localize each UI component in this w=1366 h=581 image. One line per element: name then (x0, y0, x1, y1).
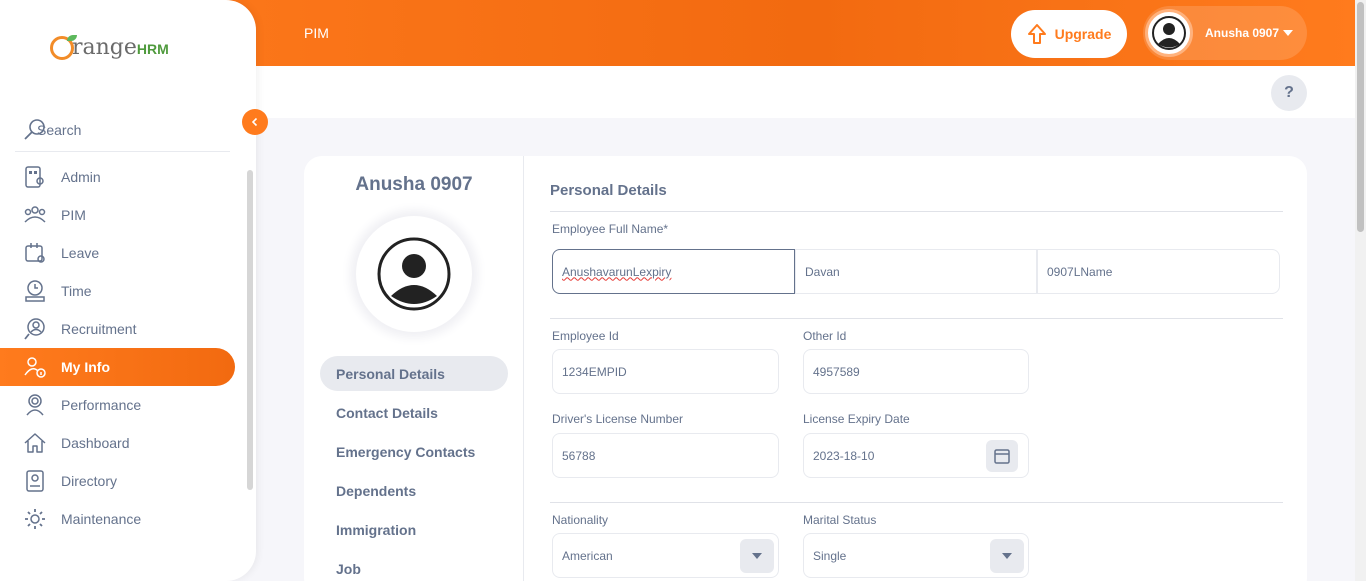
dashboard-icon (22, 430, 48, 456)
sidebar-item-label: Maintenance (61, 511, 142, 527)
sidebar-item-label: Dashboard (61, 435, 130, 451)
my-info-icon (22, 354, 48, 380)
performance-icon (22, 392, 48, 418)
page-scrollbar[interactable] (1355, 0, 1366, 581)
sidebar-item-label: Directory (61, 473, 118, 489)
marital-status-select[interactable]: Single (803, 533, 1029, 578)
other-id-label: Other Id (803, 329, 847, 343)
sidebar-item-performance[interactable]: Performance (0, 386, 242, 424)
upgrade-button[interactable]: Upgrade (1011, 10, 1127, 58)
license-expiry-input[interactable]: 2023-18-10 (803, 433, 1029, 478)
user-avatar-icon (1152, 16, 1186, 50)
user-name: Anusha 0907 (1205, 26, 1280, 40)
marital-status-label: Marital Status (803, 513, 877, 527)
search-label: Search (37, 121, 82, 138)
time-icon (22, 278, 48, 304)
divider (550, 211, 1283, 212)
sidebar-item-directory[interactable]: Directory (0, 462, 242, 500)
directory-icon (22, 468, 48, 494)
sidebar-scrollbar[interactable] (247, 170, 253, 490)
pim-icon (22, 202, 48, 228)
employee-id-label: Employee Id (552, 329, 619, 343)
sidebar-item-label: Recruitment (61, 321, 137, 337)
sidebar-item-time[interactable]: Time (0, 272, 242, 310)
sidebar-item-recruitment[interactable]: Recruitment (0, 310, 242, 348)
sidebar-nav: Admin PIM Leave Time Recruitment My Info… (0, 158, 242, 538)
calendar-icon[interactable] (986, 440, 1018, 472)
chevron-down-icon[interactable] (740, 539, 774, 573)
tab-emergency-contacts[interactable]: Emergency Contacts (320, 434, 508, 469)
expiry-label: License Expiry Date (803, 412, 910, 426)
middle-name-input[interactable]: Davan (795, 249, 1037, 294)
upgrade-icon (1027, 24, 1046, 44)
sidebar-item-label: PIM (61, 207, 86, 223)
other-id-input[interactable]: 4957589 (803, 349, 1029, 394)
nationality-value: American (562, 548, 613, 563)
tab-contact-details[interactable]: Contact Details (320, 395, 508, 430)
sidebar-item-label: Admin (61, 169, 101, 185)
employee-card: Anusha 0907 Personal Details Contact Det… (304, 156, 1307, 581)
chevron-down-icon (1283, 30, 1294, 36)
chevron-down-icon[interactable] (990, 539, 1024, 573)
full-name-label: Employee Full Name* (552, 222, 669, 236)
sidebar-item-maintenance[interactable]: Maintenance (0, 500, 242, 538)
sidebar-item-my-info[interactable]: My Info (0, 348, 235, 386)
chevron-left-icon (251, 117, 258, 127)
orangehrm-logo: range HRM (50, 30, 169, 60)
license-label: Driver's License Number (552, 412, 683, 426)
sidebar-item-label: Leave (61, 245, 100, 261)
license-expiry-value: 2023-18-10 (813, 448, 875, 463)
last-name-input[interactable]: 0907LName (1037, 249, 1280, 294)
tab-immigration[interactable]: Immigration (320, 512, 508, 547)
maintenance-icon (22, 506, 48, 532)
tab-job[interactable]: Job (320, 551, 508, 581)
admin-icon (22, 164, 48, 190)
sidebar: range HRM Search Admin PIM Leave Time Rec… (0, 0, 256, 581)
first-name-input[interactable]: AnushavarunLexpiry (552, 249, 795, 294)
sidebar-item-label: Performance (61, 397, 142, 413)
sidebar-collapse-button[interactable] (242, 109, 268, 135)
sidebar-item-label: My Info (61, 359, 110, 375)
leave-icon (22, 240, 48, 266)
profile-picture[interactable] (356, 216, 472, 332)
profile-tabs: Personal Details Contact Details Emergen… (320, 356, 508, 581)
help-button[interactable]: ? (1271, 75, 1307, 111)
sidebar-item-pim[interactable]: PIM (0, 196, 242, 234)
tab-dependents[interactable]: Dependents (320, 473, 508, 508)
sidebar-item-dashboard[interactable]: Dashboard (0, 424, 242, 462)
marital-status-value: Single (813, 548, 847, 563)
profile-panel: Anusha 0907 Personal Details Contact Det… (304, 156, 524, 581)
module-title: PIM (304, 25, 329, 41)
sidebar-item-admin[interactable]: Admin (0, 158, 242, 196)
sidebar-search[interactable]: Search (15, 108, 230, 152)
employee-id-input[interactable]: 1234EMPID (552, 349, 779, 394)
nationality-select[interactable]: American (552, 533, 779, 578)
recruitment-icon (22, 316, 48, 342)
upgrade-label: Upgrade (1054, 26, 1112, 42)
avatar (1145, 9, 1193, 57)
employee-name: Anusha 0907 (355, 174, 473, 195)
tab-personal-details[interactable]: Personal Details (320, 356, 508, 391)
user-avatar-icon (377, 237, 451, 311)
sidebar-item-label: Time (61, 283, 92, 299)
section-title: Personal Details (550, 182, 667, 199)
nationality-label: Nationality (552, 513, 609, 527)
user-dropdown[interactable]: Anusha 0907 (1143, 6, 1307, 60)
divider (550, 502, 1283, 503)
sidebar-item-leave[interactable]: Leave (0, 234, 242, 272)
divider (550, 318, 1283, 319)
license-input[interactable]: 56788 (552, 433, 779, 478)
sub-bar (256, 66, 1355, 118)
page-scrollbar-thumb[interactable] (1357, 2, 1364, 232)
